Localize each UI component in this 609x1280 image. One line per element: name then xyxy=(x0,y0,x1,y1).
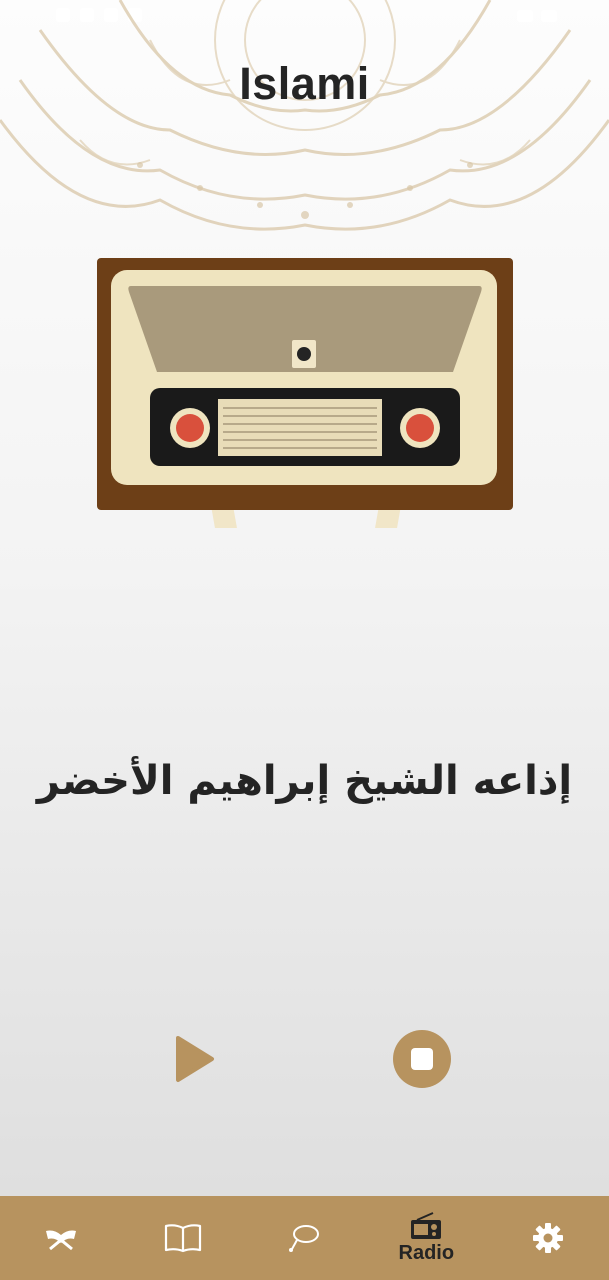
quran-icon xyxy=(45,1230,76,1251)
app-title: Islami xyxy=(239,58,370,109)
stop-icon xyxy=(393,1030,451,1088)
play-icon xyxy=(176,1036,214,1082)
play-button[interactable] xyxy=(168,1032,222,1086)
nav-label-radio: Radio xyxy=(398,1241,455,1264)
nav-item-hadeth[interactable] xyxy=(122,1196,244,1280)
radio-icon xyxy=(411,1211,442,1239)
bottom-navigation: Radio xyxy=(0,1196,609,1280)
stop-button[interactable] xyxy=(392,1029,452,1089)
mandala-header-decoration xyxy=(0,0,609,231)
station-name: إذاعه الشيخ إبراهيم الأخضر xyxy=(36,758,573,804)
gear-icon xyxy=(533,1223,564,1253)
nav-item-settings[interactable] xyxy=(487,1196,609,1280)
sebha-icon xyxy=(289,1225,320,1252)
nav-item-radio[interactable]: Radio xyxy=(365,1196,487,1280)
nav-item-quran[interactable] xyxy=(0,1196,122,1280)
book-icon xyxy=(164,1224,201,1253)
radio-illustration xyxy=(97,258,513,528)
nav-item-sebha[interactable] xyxy=(244,1196,366,1280)
